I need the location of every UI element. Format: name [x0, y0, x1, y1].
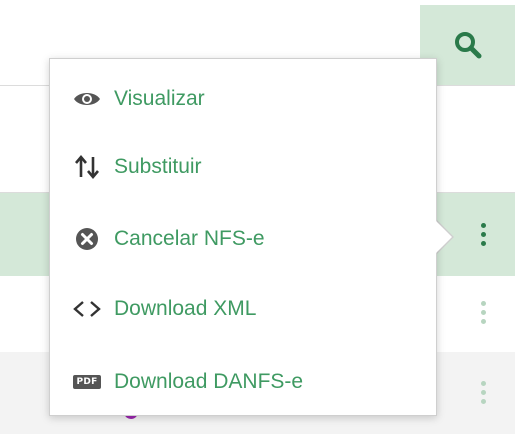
code-icon — [70, 294, 104, 324]
pdf-badge: PDF — [73, 375, 101, 389]
swap-vertical-icon — [70, 152, 104, 182]
row-actions-kebab-icon[interactable] — [478, 223, 488, 246]
menu-item-label: Substituir — [114, 155, 202, 178]
menu-item-download-xml[interactable]: Download XML — [70, 289, 256, 329]
eye-icon — [70, 84, 104, 114]
menu-item-label: Download DANFS-e — [114, 370, 304, 393]
menu-item-visualizar[interactable]: Visualizar — [70, 79, 205, 119]
pdf-icon: PDF — [70, 367, 104, 397]
search-icon — [454, 32, 481, 59]
menu-item-download-danfse[interactable]: PDF Download DANFS-e — [70, 362, 303, 402]
menu-item-label: Download XML — [114, 297, 257, 320]
row-actions-kebab-icon[interactable] — [478, 301, 488, 324]
menu-item-label: Visualizar — [114, 87, 205, 110]
screen: Visualizar Substituir Cancelar NFS-e Dow… — [0, 0, 515, 434]
row-actions-kebab-icon[interactable] — [478, 381, 488, 404]
menu-item-label: Cancelar NFS-e — [114, 227, 265, 250]
popover-arrow-fill — [435, 220, 452, 254]
row-actions-menu: Visualizar Substituir Cancelar NFS-e Dow… — [49, 58, 437, 416]
menu-item-cancelar-nfse[interactable]: Cancelar NFS-e — [70, 219, 265, 259]
menu-item-substituir[interactable]: Substituir — [70, 147, 202, 187]
cancel-circle-icon — [70, 224, 104, 254]
